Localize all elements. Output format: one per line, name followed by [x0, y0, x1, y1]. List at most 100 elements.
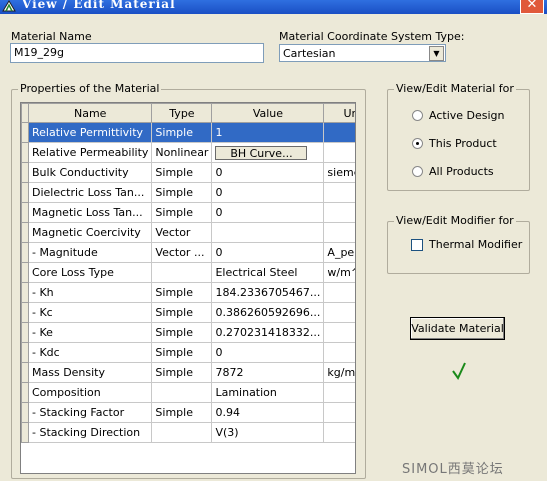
property-value-cell[interactable]: Lamination — [211, 382, 325, 403]
property-name-cell[interactable]: Magnetic Loss Tan... — [27, 202, 153, 223]
property-type-cell[interactable]: Simple — [151, 182, 213, 203]
table-row[interactable]: Bulk Conductivity Simple 0 siemens/m — [21, 162, 355, 183]
row-header[interactable] — [21, 242, 29, 263]
table-row[interactable]: - Stacking Factor Simple 0.94 — [21, 402, 355, 423]
column-header-units[interactable]: Units — [323, 103, 355, 123]
property-units-cell[interactable]: kg/m^3 — [323, 362, 355, 383]
validate-material-button[interactable]: Validate Material — [410, 317, 505, 340]
property-value-cell[interactable]: 0 — [211, 182, 325, 203]
property-type-cell[interactable]: Vector — [151, 222, 213, 243]
property-name-cell[interactable]: - Ke — [27, 322, 153, 343]
row-header[interactable] — [21, 282, 29, 303]
property-units-cell[interactable] — [323, 142, 355, 163]
property-type-cell[interactable]: Simple — [151, 162, 213, 183]
table-row[interactable]: Relative Permittivity Simple 1 — [21, 122, 355, 143]
property-name-cell[interactable]: - Magnitude — [27, 242, 153, 263]
property-units-cell[interactable] — [323, 302, 355, 323]
property-units-cell[interactable] — [323, 342, 355, 363]
property-units-cell[interactable] — [323, 322, 355, 343]
property-value-cell[interactable]: 0 — [211, 162, 325, 183]
row-header[interactable] — [21, 122, 29, 143]
property-type-cell[interactable]: Simple — [151, 282, 213, 303]
row-header[interactable] — [21, 422, 29, 443]
row-header[interactable] — [21, 142, 29, 163]
property-value-cell[interactable]: 184.2336705467... — [211, 282, 325, 303]
table-row[interactable]: - Ke Simple 0.270231418332... — [21, 322, 355, 343]
property-type-cell[interactable] — [151, 262, 213, 283]
property-name-cell[interactable]: Relative Permeability — [27, 142, 153, 163]
property-units-cell[interactable] — [323, 222, 355, 243]
row-header[interactable] — [21, 262, 29, 283]
close-icon[interactable]: ✕ — [520, 0, 544, 14]
property-name-cell[interactable]: Core Loss Type — [27, 262, 153, 283]
property-type-cell[interactable] — [151, 422, 213, 443]
property-units-cell[interactable] — [323, 122, 355, 143]
property-name-cell[interactable]: Magnetic Coercivity — [27, 222, 153, 243]
property-name-cell[interactable]: Dielectric Loss Tan... — [27, 182, 153, 203]
table-row[interactable]: - Kc Simple 0.386260592696... — [21, 302, 355, 323]
bh-curve-button[interactable]: BH Curve... — [215, 145, 308, 160]
row-header[interactable] — [21, 382, 29, 403]
property-units-cell[interactable] — [323, 382, 355, 403]
property-name-cell[interactable]: - Stacking Direction — [27, 422, 153, 443]
property-value-cell[interactable]: 0.94 — [211, 402, 325, 423]
row-header[interactable] — [21, 302, 29, 323]
property-value-cell[interactable]: 1 — [211, 122, 325, 143]
property-value-cell[interactable]: 0 — [211, 202, 325, 223]
table-row[interactable]: - Kh Simple 184.2336705467... — [21, 282, 355, 303]
table-row[interactable]: Composition Lamination — [21, 382, 355, 403]
row-header[interactable] — [21, 182, 29, 203]
property-type-cell[interactable]: Simple — [151, 362, 213, 383]
radio-active-design-label[interactable]: Active Design — [429, 109, 505, 122]
table-row[interactable]: - Magnitude Vector ... 0 A_per_m... — [21, 242, 355, 263]
radio-all-products-label[interactable]: All Products — [429, 165, 494, 178]
property-name-cell[interactable]: Bulk Conductivity — [27, 162, 153, 183]
property-name-cell[interactable]: Mass Density — [27, 362, 153, 383]
property-type-cell[interactable] — [151, 382, 213, 403]
column-header-type[interactable]: Type — [151, 103, 213, 123]
radio-this-product[interactable] — [412, 138, 423, 149]
property-type-cell[interactable]: Simple — [151, 342, 213, 363]
material-name-input[interactable]: M19_29g — [10, 43, 264, 63]
radio-all-products[interactable] — [412, 166, 423, 177]
property-name-cell[interactable]: - Kc — [27, 302, 153, 323]
property-type-cell[interactable]: Simple — [151, 202, 213, 223]
property-units-cell[interactable] — [323, 182, 355, 203]
property-units-cell[interactable]: w/m^3 — [323, 262, 355, 283]
property-value-cell[interactable]: 7872 — [211, 362, 325, 383]
property-units-cell[interactable] — [323, 282, 355, 303]
column-header-name[interactable]: Name — [27, 103, 153, 123]
table-row[interactable]: Relative Permeability Nonlinear BH Curve… — [21, 142, 355, 163]
property-name-cell[interactable]: Relative Permittivity — [27, 122, 153, 143]
property-type-cell[interactable]: Simple — [151, 322, 213, 343]
thermal-modifier-checkbox[interactable] — [411, 239, 423, 251]
property-type-cell[interactable]: Vector ... — [151, 242, 213, 263]
row-header[interactable] — [21, 402, 29, 423]
property-name-cell[interactable]: - Kdc — [27, 342, 153, 363]
property-units-cell[interactable] — [323, 202, 355, 223]
row-header[interactable] — [21, 342, 29, 363]
table-row[interactable]: - Stacking Direction V(3) — [21, 422, 355, 443]
table-row[interactable]: Dielectric Loss Tan... Simple 0 — [21, 182, 355, 203]
property-value-cell[interactable]: 0.386260592696... — [211, 302, 325, 323]
property-value-cell[interactable]: 0 — [211, 242, 325, 263]
table-row[interactable]: Mass Density Simple 7872 kg/m^3 — [21, 362, 355, 383]
column-header-value[interactable]: Value — [211, 103, 325, 123]
property-value-cell[interactable]: Electrical Steel — [211, 262, 325, 283]
property-value-cell[interactable]: 0.270231418332... — [211, 322, 325, 343]
property-value-cell[interactable]: V(3) — [211, 422, 325, 443]
row-header[interactable] — [21, 222, 29, 243]
radio-this-product-label[interactable]: This Product — [429, 137, 497, 150]
radio-active-design[interactable] — [412, 110, 423, 121]
thermal-modifier-label[interactable]: Thermal Modifier — [429, 238, 522, 251]
property-name-cell[interactable]: - Kh — [27, 282, 153, 303]
table-row[interactable]: - Kdc Simple 0 — [21, 342, 355, 363]
property-type-cell[interactable]: Simple — [151, 302, 213, 323]
property-units-cell[interactable] — [323, 402, 355, 423]
row-header[interactable] — [21, 162, 29, 183]
row-header[interactable] — [21, 362, 29, 383]
property-value-cell[interactable]: BH Curve... — [211, 142, 325, 163]
property-name-cell[interactable]: - Stacking Factor — [27, 402, 153, 423]
property-units-cell[interactable]: siemens/m — [323, 162, 355, 183]
table-row[interactable]: Core Loss Type Electrical Steel w/m^3 — [21, 262, 355, 283]
